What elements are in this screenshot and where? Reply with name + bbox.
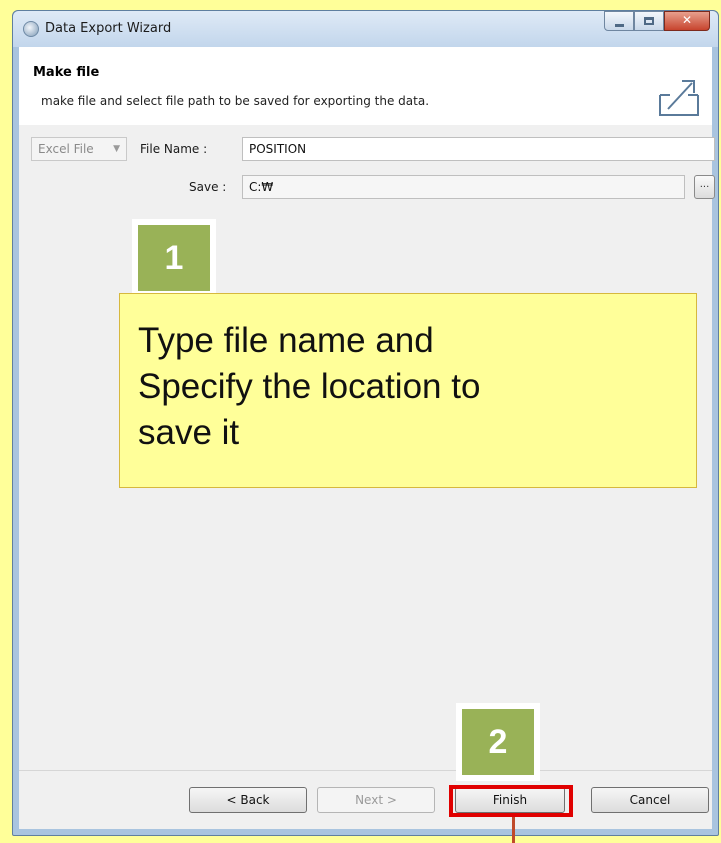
close-icon: ✕ bbox=[681, 13, 693, 27]
finish-highlight-box bbox=[449, 785, 573, 817]
next-button[interactable]: Next > bbox=[317, 787, 435, 813]
cancel-button[interactable]: Cancel bbox=[591, 787, 709, 813]
wizard-header: Make file make file and select file path… bbox=[19, 47, 712, 126]
minimize-icon bbox=[615, 24, 624, 27]
step-2-badge: 2 bbox=[456, 703, 540, 781]
callout-line-1: Type file name and bbox=[138, 321, 434, 360]
chevron-down-icon: ▼ bbox=[113, 144, 120, 154]
maximize-button[interactable] bbox=[634, 11, 664, 31]
window-title: Data Export Wizard bbox=[45, 21, 172, 36]
file-name-label: File Name : bbox=[140, 142, 208, 156]
minimize-button[interactable] bbox=[604, 11, 634, 31]
file-name-input[interactable]: POSITION bbox=[242, 137, 715, 161]
app-icon bbox=[23, 21, 39, 37]
step-1-number: 1 bbox=[138, 225, 210, 291]
save-label: Save : bbox=[189, 180, 227, 194]
callout-line-2: Specify the location to bbox=[138, 367, 481, 406]
export-icon bbox=[659, 80, 699, 116]
maximize-icon bbox=[644, 17, 654, 25]
browse-button[interactable]: ... bbox=[694, 175, 715, 199]
step-2-number: 2 bbox=[462, 709, 534, 775]
caption-buttons: ✕ bbox=[604, 11, 710, 33]
file-type-select[interactable]: Excel File ▼ bbox=[31, 137, 127, 161]
save-path-input[interactable]: C:₩ bbox=[242, 175, 685, 199]
back-button[interactable]: < Back bbox=[189, 787, 307, 813]
pointer-line bbox=[512, 817, 515, 843]
page-title: Make file bbox=[33, 65, 100, 80]
wizard-footer: < Back Next > Finish Cancel bbox=[19, 770, 712, 829]
step-1-badge: 1 bbox=[132, 219, 216, 297]
close-button[interactable]: ✕ bbox=[664, 11, 710, 31]
callout-line-3: save it bbox=[138, 413, 240, 452]
file-type-value: Excel File bbox=[38, 142, 94, 156]
instruction-callout: Type file name and Specify the location … bbox=[119, 293, 697, 488]
title-bar: Data Export Wizard ✕ bbox=[13, 11, 718, 47]
page-description: make file and select file path to be sav… bbox=[41, 94, 430, 108]
